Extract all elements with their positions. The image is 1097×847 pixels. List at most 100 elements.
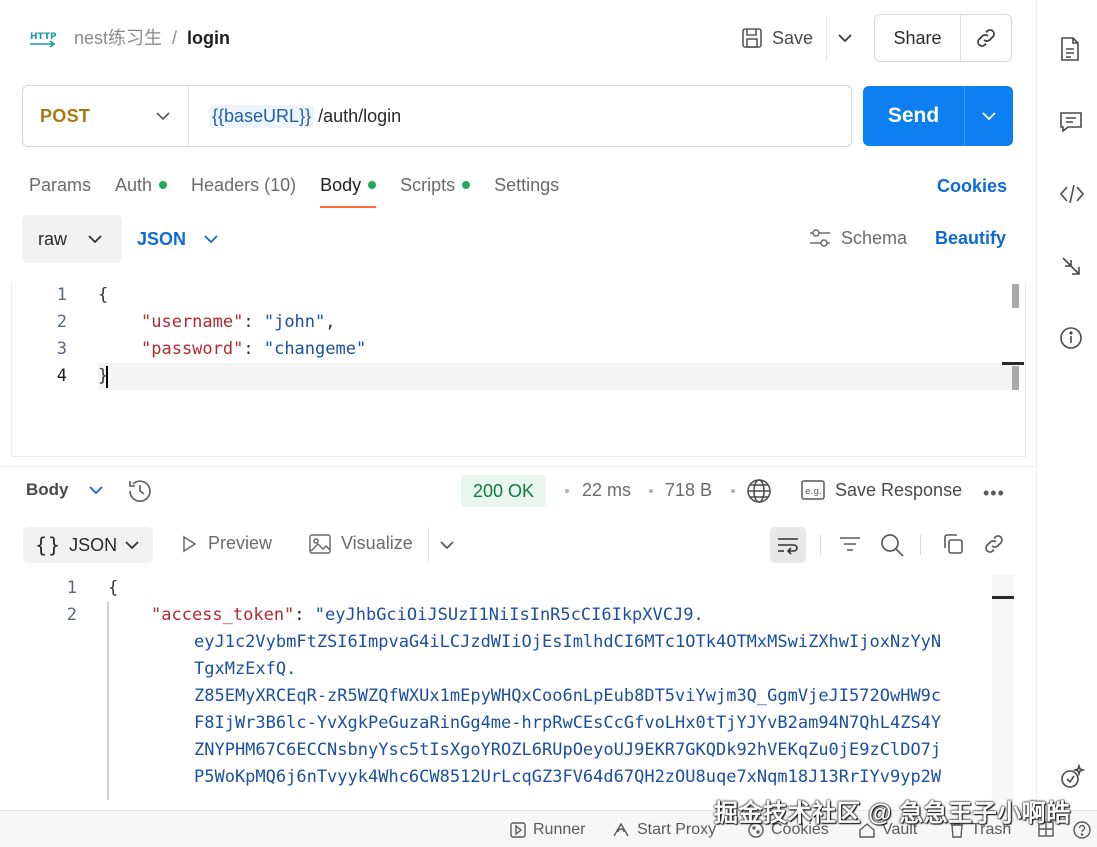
scrollbar-thumb[interactable] [1012,284,1019,308]
code-snippet-icon[interactable] [1059,182,1085,206]
share-button[interactable]: Share [875,15,961,61]
request-body-editor[interactable]: 1 { 2 "username": "john", 3 "password": … [11,282,1026,457]
schema-button[interactable]: Schema [808,227,907,249]
save-options-dropdown[interactable] [826,16,862,60]
tab-label: Params [29,174,92,195]
cookies-link[interactable]: Cookies [937,176,1007,197]
scrollbar-marker [1002,362,1024,365]
send-button[interactable]: Send [863,86,965,146]
json-key: "password" [141,339,244,359]
request-header: HTTP nest练习生 / login Save Share [0,0,1036,76]
body-language-select[interactable]: JSON [137,215,218,263]
send-options-dropdown[interactable] [965,86,1013,146]
runner-button[interactable]: Runner [510,821,585,839]
chevron-down-icon [204,235,218,243]
comments-icon[interactable] [1059,110,1083,134]
meta-separator [649,489,653,493]
tab-label: Headers (10) [191,174,297,195]
body-mode-select[interactable]: raw [22,215,122,263]
meta-separator [565,489,569,493]
line-number: 2 [66,605,77,625]
save-label: Save [772,27,814,48]
code-text: P5WoKpMQ6j6nTvyyk4Whc6CW8512UrLcqGZ3FV64… [194,767,942,787]
code-text: "username": "john", [141,312,336,332]
response-format-label: JSON [69,534,118,555]
tab-scripts[interactable]: Scripts [400,172,471,198]
visualize-button[interactable]: Visualize [309,533,413,554]
breadcrumb-collection[interactable]: nest练习生 [74,26,162,50]
proxy-icon [612,822,630,838]
search-icon[interactable] [879,532,905,558]
url-variable[interactable]: {{baseURL}} [209,104,315,128]
save-button[interactable]: Save [734,16,824,60]
start-proxy-label: Start Proxy [637,821,717,838]
schema-label: Schema [841,227,908,248]
code-text: Z85EMyXRCEqR-zR5WZQfWXUx1mEpyWHQxCoo6nLp… [194,686,942,706]
response-body-viewer[interactable]: 1 2 { "access_token": "eyJhbGciOiJSUzI1N… [0,575,1014,800]
more-options-icon[interactable]: ••• [983,483,1005,504]
url-bar: POST {{baseURL}} /auth/login [22,85,852,147]
line-number: 2 [56,312,67,332]
tab-auth[interactable]: Auth [115,172,168,198]
request-tabs: Params Auth Headers (10) Body Scripts Se… [29,172,583,208]
url-path: /auth/login [318,105,402,126]
svg-text:HTTP: HTTP [30,32,57,42]
json-string: "eyJhbGciOiJSUzI1NiIsInR5cCI6IkpXVCJ9. [314,605,704,625]
filter-icon[interactable] [838,532,862,556]
response-size[interactable]: 718 B [665,480,712,501]
breadcrumb: nest练习生 / login [74,26,230,50]
json-key: "access_token" [151,605,295,625]
http-icon: HTTP [28,26,58,52]
history-icon[interactable] [126,477,154,505]
info-icon[interactable] [1059,326,1083,350]
editor-scrollbar[interactable] [1002,282,1024,457]
toolbar-divider [920,535,921,555]
copy-icon[interactable] [941,532,965,556]
runner-icon [510,822,526,838]
visualize-options-dropdown[interactable] [428,527,464,563]
help-icon[interactable] [1073,821,1091,839]
method-select[interactable]: POST [23,86,189,146]
beautify-button[interactable]: Beautify [935,228,1006,249]
tab-headers[interactable]: Headers (10) [191,172,296,198]
response-time[interactable]: 22 ms [582,480,631,501]
method-label: POST [40,105,91,126]
tab-params[interactable]: Params [29,172,91,198]
chevron-down-icon [982,112,996,120]
indent-guide [107,602,109,800]
toolbar-divider [820,535,821,555]
response-format-select[interactable]: {} JSON [23,527,153,563]
visualize-label: Visualize [341,533,413,553]
active-indicator-dot [159,181,168,189]
link-icon[interactable] [982,532,1006,556]
documentation-icon[interactable] [1059,36,1081,62]
ai-assistant-icon[interactable] [1059,764,1085,790]
globe-icon[interactable] [746,478,772,504]
body-mode-label: raw [38,228,68,249]
breadcrumb-request-name[interactable]: login [187,26,230,50]
save-response-button[interactable]: e.g. Save Response [801,479,962,501]
copy-link-button[interactable] [961,15,1011,61]
response-scrollbar[interactable] [992,575,1014,800]
preview-label: Preview [208,533,273,553]
related-collections-icon[interactable] [1059,254,1083,278]
status-badge[interactable]: 200 OK [461,475,547,507]
tab-settings[interactable]: Settings [494,172,559,198]
text-cursor [106,366,108,388]
meta-separator [731,489,735,493]
json-string: "changeme" [263,339,367,359]
tab-label: Body [320,174,362,195]
json-key: "username" [141,312,244,332]
share-group: Share [874,14,1012,62]
braces-icon: {} [35,533,62,557]
preview-button[interactable]: Preview [180,533,272,554]
scrollbar-thumb[interactable] [1012,366,1019,390]
wrap-lines-button[interactable] [770,527,806,563]
url-input[interactable]: {{baseURL}} /auth/login [209,104,402,128]
response-view-select[interactable]: Body [26,480,103,500]
code-text: "password": "changeme" [141,339,367,359]
tab-body[interactable]: Body [320,172,377,208]
code-line: 3 "password": "changeme" [12,336,1012,363]
start-proxy-button[interactable]: Start Proxy [612,821,716,839]
chevron-down-icon [125,541,139,549]
